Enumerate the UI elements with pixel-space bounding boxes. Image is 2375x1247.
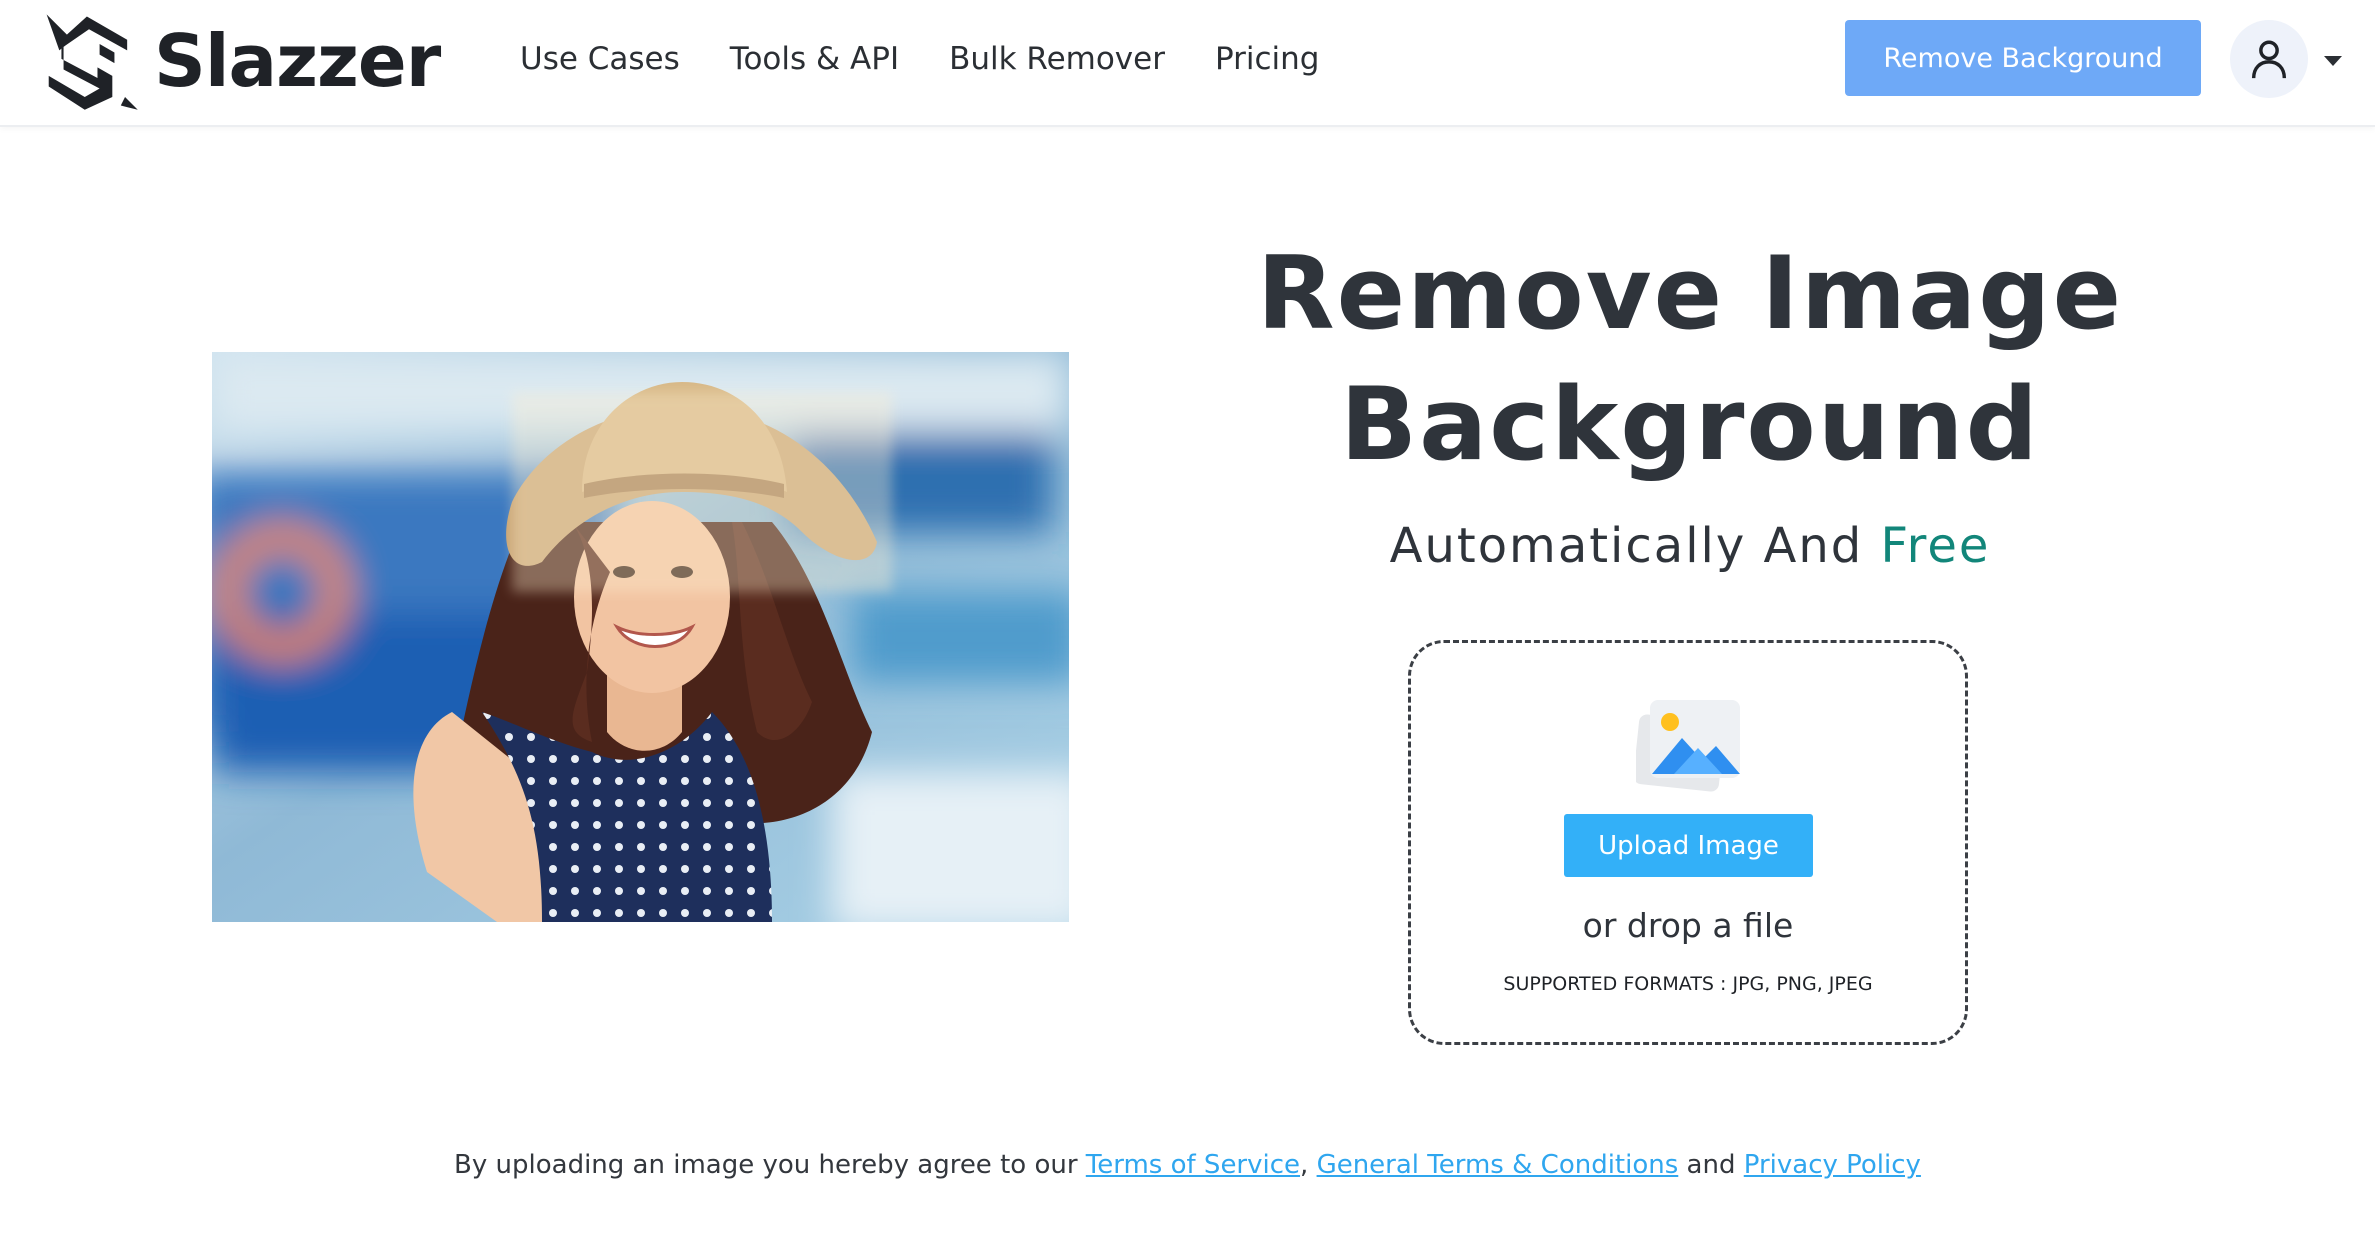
drop-file-text: or drop a file [1582, 906, 1794, 945]
nav-item-pricing[interactable]: Pricing [1215, 41, 1320, 77]
upload-image-button[interactable]: Upload Image [1564, 814, 1813, 877]
supported-formats-text: SUPPORTED FORMATS : JPG, PNG, JPEG [1503, 973, 1873, 995]
subtitle-accent-free: Free [1880, 518, 1991, 574]
remove-background-button[interactable]: Remove Background [1845, 20, 2201, 96]
legal-prefix-text: By uploading an image you hereby agree t… [454, 1150, 1086, 1180]
nav-item-bulk-remover[interactable]: Bulk Remover [949, 41, 1165, 77]
caret-down-icon[interactable] [2322, 54, 2344, 68]
image-placeholder-icon [1636, 700, 1740, 792]
account-button[interactable] [2230, 20, 2308, 98]
page-title-line-2: Background [1340, 365, 2040, 483]
hero-example-photo [212, 352, 1069, 922]
main-nav: Use Cases Tools & API Bulk Remover Prici… [520, 34, 1319, 84]
general-terms-link[interactable]: General Terms & Conditions [1317, 1150, 1679, 1180]
subtitle-text: Automatically And [1389, 518, 1881, 574]
nav-item-tools-api[interactable]: Tools & API [730, 41, 899, 77]
top-navigation-bar: Slazzer Use Cases Tools & API Bulk Remov… [0, 0, 2375, 127]
slazzer-logo-icon [46, 14, 138, 110]
terms-of-service-link[interactable]: Terms of Service [1086, 1150, 1300, 1180]
page-subtitle: Automatically And Free [1170, 518, 2210, 574]
brand-logo[interactable]: Slazzer [36, 8, 441, 114]
legal-notice: By uploading an image you hereby agree t… [0, 1150, 2375, 1180]
legal-separator: , [1300, 1150, 1309, 1180]
nav-item-use-cases[interactable]: Use Cases [520, 41, 680, 77]
woman-in-hat-photo [212, 352, 1069, 922]
user-icon [2251, 40, 2287, 79]
brand-name: Slazzer [154, 19, 441, 103]
legal-and-text: and [1678, 1150, 1744, 1180]
page-title-line-1: Remove Image [1256, 234, 2124, 352]
privacy-policy-link[interactable]: Privacy Policy [1744, 1150, 1921, 1180]
page-title: Remove Image Background [1170, 228, 2210, 490]
